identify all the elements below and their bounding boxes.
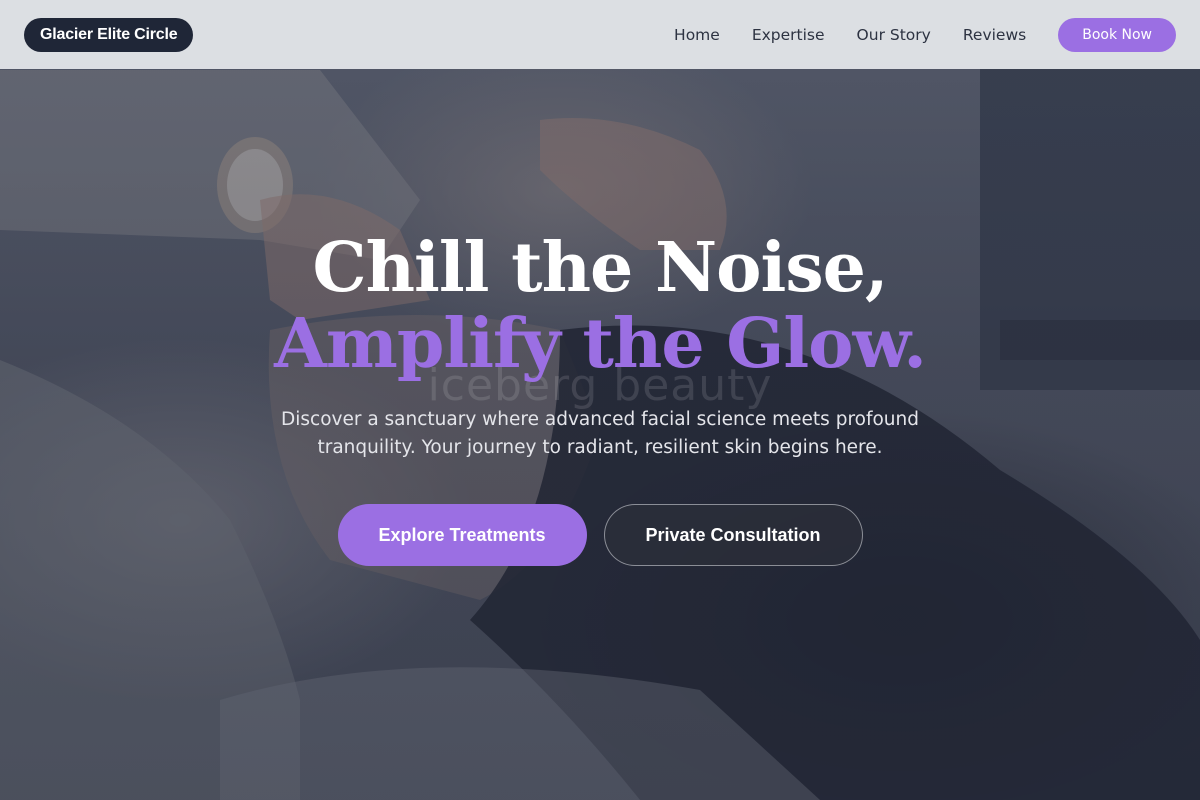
headline-line-2: Amplify the Glow. bbox=[274, 304, 927, 384]
book-now-button[interactable]: Book Now bbox=[1058, 17, 1176, 52]
private-consultation-button[interactable]: Private Consultation bbox=[603, 504, 863, 566]
headline-line-1: Chill the Noise, bbox=[312, 228, 888, 308]
hero-cta-row: Explore Treatments Private Consultation bbox=[0, 504, 1200, 566]
brand-logo[interactable]: Glacier Elite Circle bbox=[24, 17, 194, 52]
hero-subtitle: Discover a sanctuary where advanced faci… bbox=[281, 409, 919, 458]
nav-link-expertise[interactable]: Expertise bbox=[752, 26, 825, 44]
nav-link-our-story[interactable]: Our Story bbox=[857, 26, 931, 44]
nav-link-home[interactable]: Home bbox=[674, 26, 720, 44]
hero-section: Chill the Noise, Amplify the Glow. Disco… bbox=[0, 230, 1200, 566]
hero-headline: Chill the Noise, Amplify the Glow. bbox=[0, 230, 1200, 382]
site-header: Glacier Elite Circle Home Expertise Our … bbox=[0, 0, 1200, 69]
nav-link-reviews[interactable]: Reviews bbox=[963, 26, 1026, 44]
explore-treatments-button[interactable]: Explore Treatments bbox=[337, 504, 587, 566]
main-nav: Home Expertise Our Story Reviews Book No… bbox=[642, 17, 1176, 52]
